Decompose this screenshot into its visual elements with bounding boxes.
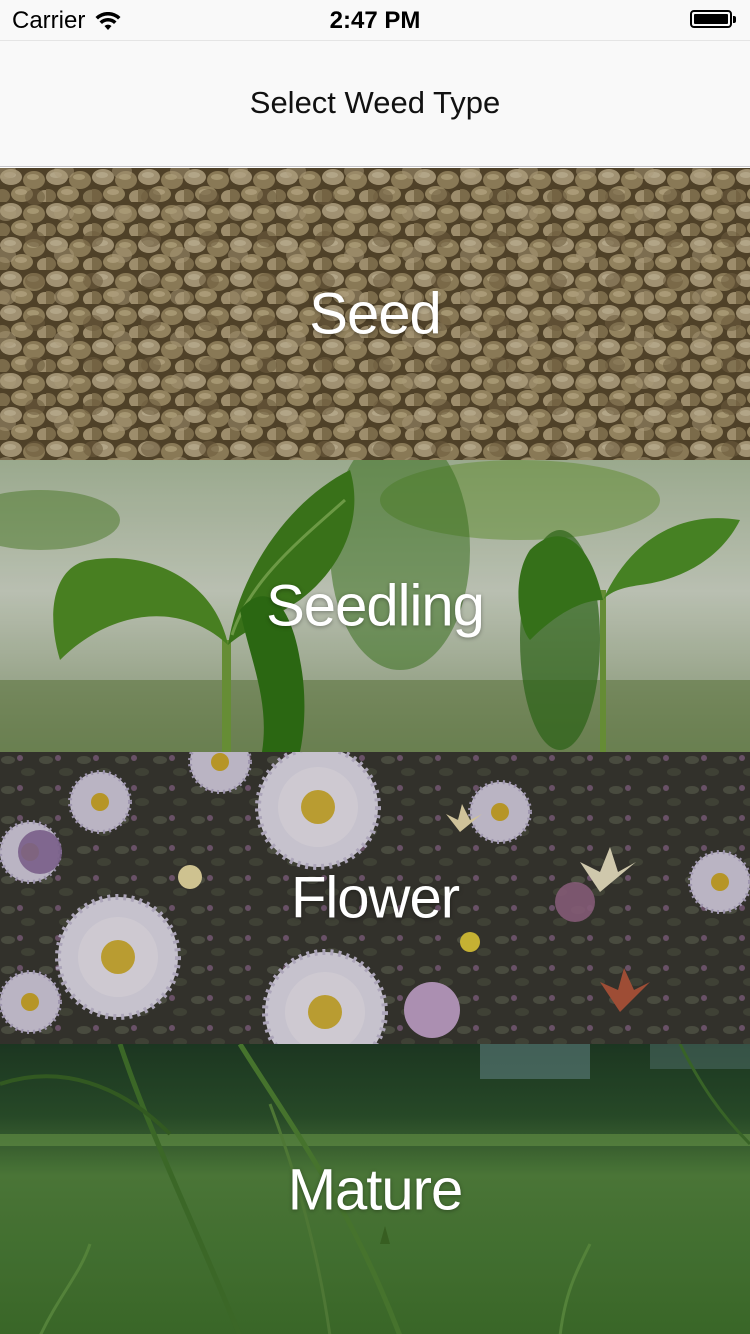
- tile-mature[interactable]: Mature: [0, 1044, 750, 1334]
- tile-label-seed: Seed: [309, 281, 441, 347]
- battery-full-icon: [690, 10, 738, 30]
- page-title: Select Weed Type: [249, 85, 501, 120]
- tile-label-seedling: Seedling: [266, 573, 485, 639]
- status-bar: Carrier 2:47 PM: [0, 0, 750, 40]
- tile-label-flower: Flower: [290, 865, 460, 931]
- status-time: 2:47 PM: [329, 7, 421, 34]
- tile-flower[interactable]: Flower: [0, 752, 750, 1044]
- tile-label-mature: Mature: [287, 1157, 464, 1223]
- tile-seed[interactable]: Seed: [0, 168, 750, 460]
- tile-seedling[interactable]: Seedling: [0, 460, 750, 752]
- navigation-bar: Select Weed Type: [0, 40, 750, 167]
- weed-type-screen: Carrier 2:47 PM Select Weed Type Seed Se…: [0, 0, 750, 1334]
